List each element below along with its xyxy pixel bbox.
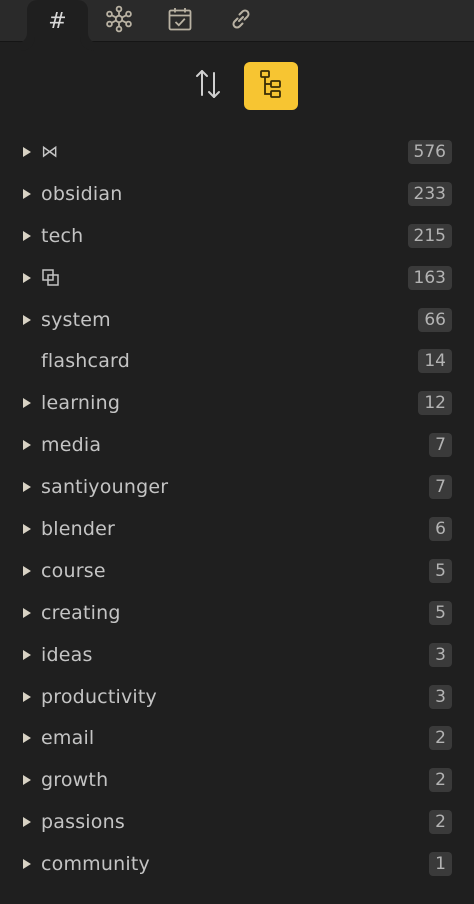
tag-label: email (41, 727, 95, 750)
tag-list: ⋈ 576 obsidian 233 tech 215 163 system 6… (0, 131, 474, 885)
tag-count-badge: 6 (429, 516, 452, 541)
expand-caret-icon[interactable] (23, 272, 31, 283)
expand-caret-icon[interactable] (23, 230, 31, 241)
tag-count-badge: 163 (407, 265, 452, 290)
tag-label: ideas (41, 643, 93, 666)
tag-label: system (41, 308, 111, 331)
tag-count-badge: 5 (429, 600, 452, 625)
tag-row[interactable]: course 5 (0, 550, 474, 592)
tag-row[interactable]: email 2 (0, 717, 474, 759)
tag-row[interactable]: passions 2 (0, 801, 474, 843)
tag-row[interactable]: ⋈ 576 (0, 131, 474, 173)
tag-row[interactable]: blender 6 (0, 508, 474, 550)
expand-caret-icon[interactable] (23, 398, 31, 409)
tag-pane: # ⋈ 576 obsidian 233 tech 215 163 system… (0, 0, 474, 904)
tag-count-badge: 2 (429, 726, 452, 751)
tab-graph[interactable] (101, 0, 137, 42)
tab-strip: # (0, 0, 474, 43)
expand-caret-icon[interactable] (23, 607, 31, 618)
tag-count-badge: 3 (429, 684, 452, 709)
tag-label: santiyounger (41, 476, 169, 499)
tag-label: passions (41, 811, 125, 834)
tree-view-button[interactable] (244, 62, 298, 110)
expand-caret-icon[interactable] (23, 523, 31, 534)
tag-count-badge: 1 (429, 852, 452, 877)
sort-button[interactable] (181, 62, 235, 110)
expand-caret-icon[interactable] (23, 649, 31, 660)
graph-icon (105, 5, 133, 37)
tag-count-badge: 2 (429, 810, 452, 835)
expand-caret-icon[interactable] (23, 314, 31, 325)
overlap-squares-icon (41, 268, 61, 288)
hash-icon: # (48, 9, 67, 34)
tab-links[interactable] (223, 0, 259, 42)
tag-label: community (41, 853, 150, 876)
expand-caret-icon[interactable] (23, 859, 31, 870)
tag-label: productivity (41, 685, 157, 708)
expand-caret-icon[interactable] (23, 440, 31, 451)
tag-count-badge: 3 (429, 642, 452, 667)
tag-row[interactable]: obsidian 233 (0, 173, 474, 215)
tab-tags[interactable]: # (27, 0, 88, 43)
tag-row[interactable]: creating 5 (0, 592, 474, 634)
tag-label: ⋈ (41, 141, 59, 162)
expand-caret-icon[interactable] (23, 733, 31, 744)
tag-row[interactable]: 163 (0, 257, 474, 299)
tag-row[interactable]: ideas 3 (0, 634, 474, 676)
tag-count-badge: 7 (429, 475, 452, 500)
tag-count-badge: 12 (418, 391, 452, 416)
expand-caret-icon[interactable] (23, 482, 31, 493)
tag-label: course (41, 559, 106, 582)
calendar-check-icon (166, 5, 194, 37)
tag-count-badge: 66 (418, 307, 452, 332)
tag-label: blender (41, 517, 116, 540)
expand-caret-icon[interactable] (23, 775, 31, 786)
tag-row[interactable]: community 1 (0, 843, 474, 885)
tag-row[interactable]: system 66 (0, 299, 474, 341)
tag-row[interactable]: flashcard 14 (0, 340, 474, 382)
tag-count-badge: 2 (429, 768, 452, 793)
tab-calendar[interactable] (162, 0, 198, 42)
expand-caret-icon[interactable] (23, 691, 31, 702)
tag-count-badge: 233 (407, 181, 452, 206)
expand-caret-icon[interactable] (23, 565, 31, 576)
expand-caret-icon[interactable] (23, 817, 31, 828)
tag-row[interactable]: media 7 (0, 424, 474, 466)
tag-count-badge: 5 (429, 558, 452, 583)
link-icon (227, 5, 255, 37)
tag-count-badge: 14 (418, 349, 452, 374)
tag-count-badge: 215 (407, 223, 452, 248)
expand-caret-icon[interactable] (23, 146, 31, 157)
tag-label: creating (41, 601, 121, 624)
tag-row[interactable]: productivity 3 (0, 676, 474, 718)
tag-count-badge: 7 (429, 433, 452, 458)
tag-row[interactable]: tech 215 (0, 215, 474, 257)
tree-view-icon (256, 68, 286, 104)
tag-count-badge: 576 (407, 139, 452, 164)
tag-label: tech (41, 224, 84, 247)
tag-row[interactable]: learning 12 (0, 382, 474, 424)
tag-row[interactable]: growth 2 (0, 759, 474, 801)
tag-label: learning (41, 392, 121, 415)
sort-arrows-icon (192, 67, 224, 105)
tag-label: growth (41, 769, 109, 792)
tag-label: obsidian (41, 182, 123, 205)
tag-label: flashcard (41, 350, 130, 373)
expand-caret-icon[interactable] (23, 188, 31, 199)
tag-row[interactable]: santiyounger 7 (0, 466, 474, 508)
tag-label: media (41, 434, 102, 457)
